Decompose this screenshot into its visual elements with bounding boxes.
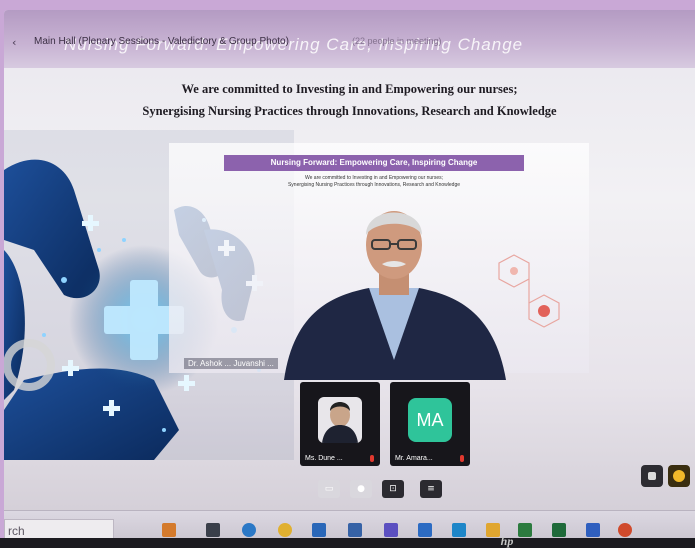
- microphone-icon: ●: [357, 484, 365, 494]
- participant-name: Ms. Dune ...: [305, 455, 343, 462]
- slide-banner: Nursing Forward: Empowering Care, Inspir…: [224, 155, 524, 171]
- camera-button[interactable]: ▭: [318, 480, 340, 498]
- camera-icon: ▭: [324, 484, 334, 494]
- tagline-line-1: We are committed to Investing in and Emp…: [181, 82, 518, 96]
- active-speaker-video[interactable]: [274, 190, 514, 380]
- slide-text-line-2: Synergising Nursing Practices through In…: [287, 182, 461, 188]
- taskbar-search-text: rch: [8, 524, 25, 538]
- more-options-button[interactable]: ≡: [420, 480, 442, 498]
- chrome-profile-icon[interactable]: [618, 523, 632, 537]
- monitor-bezel: [0, 538, 695, 548]
- more-options-icon: ≡: [427, 484, 435, 494]
- participant-count: (22 people in meeting): [352, 36, 442, 46]
- outlook-app-icon[interactable]: [348, 523, 362, 537]
- room-title: Main Hall (Plenary Sessions - Valedictor…: [34, 36, 289, 47]
- participant-tile[interactable]: MA Mr. Amara...: [390, 382, 470, 466]
- speaker-figure: [284, 211, 506, 380]
- zoom-app-icon[interactable]: [586, 523, 600, 537]
- participant-avatar-initials: MA: [408, 398, 452, 442]
- sheets-app-icon[interactable]: [552, 523, 566, 537]
- excel-app-icon[interactable]: [518, 523, 532, 537]
- back-chevron-icon[interactable]: ‹: [12, 36, 16, 49]
- edge-browser-icon[interactable]: [242, 523, 256, 537]
- participant-name: Mr. Amara...: [395, 455, 433, 462]
- mic-muted-icon: [460, 455, 464, 462]
- chat-button[interactable]: [641, 465, 663, 487]
- screen: ‹ Nursing Forward: Empowering Care, Insp…: [4, 10, 695, 548]
- task-view-icon[interactable]: [206, 523, 220, 537]
- store-app-icon[interactable]: [312, 523, 326, 537]
- tagline-line-2: Synergising Nursing Practices through In…: [142, 104, 557, 118]
- word-app-icon[interactable]: [418, 523, 432, 537]
- chat-icon: [648, 472, 656, 480]
- hp-logo: hp: [500, 534, 514, 548]
- meeting-header: ‹ Nursing Forward: Empowering Care, Insp…: [4, 10, 695, 68]
- tagline: We are committed to Investing in and Emp…: [4, 78, 695, 122]
- share-screen-button[interactable]: ⊡: [382, 480, 404, 498]
- reactions-icon: [673, 470, 685, 482]
- folder-app-icon[interactable]: [162, 523, 176, 537]
- chrome-browser-icon[interactable]: [278, 523, 292, 537]
- teams-app-icon[interactable]: [384, 523, 398, 537]
- edge-dev-icon[interactable]: [452, 523, 466, 537]
- microphone-button[interactable]: ●: [350, 480, 372, 498]
- participant-tile[interactable]: Ms. Dune ...: [300, 382, 380, 466]
- slide-text-line-1: We are committed to Investing in and Emp…: [304, 175, 444, 181]
- reactions-button[interactable]: [668, 465, 690, 487]
- participant-avatar-photo: [318, 397, 362, 443]
- mic-muted-icon: [370, 455, 374, 462]
- speaker-name-label: Dr. Ashok ... Juvanshi ...: [184, 358, 278, 369]
- share-screen-icon: ⊡: [389, 484, 397, 494]
